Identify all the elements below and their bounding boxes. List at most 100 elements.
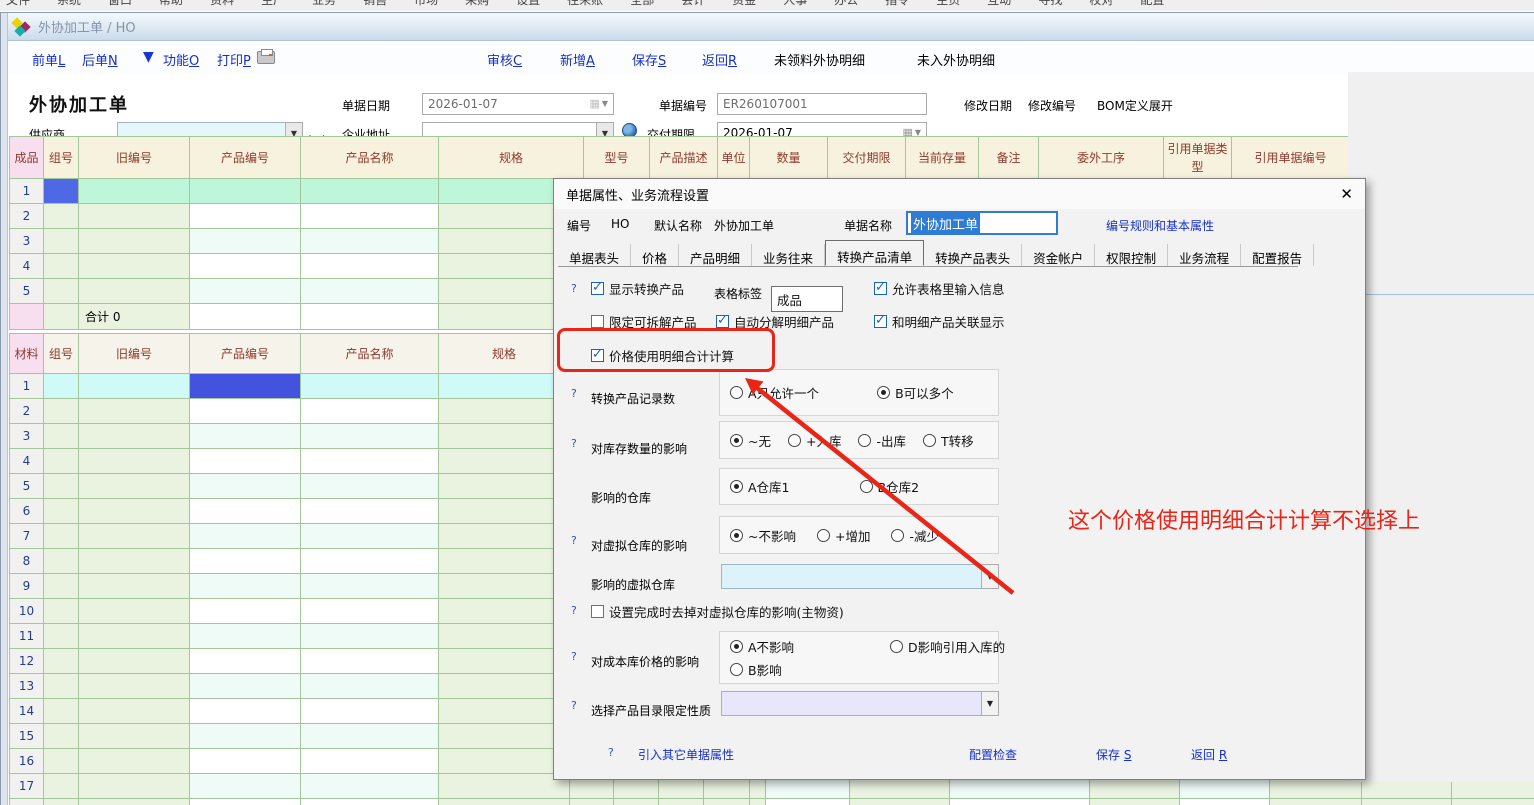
row-number[interactable]: 14 (10, 699, 44, 724)
help-question-icon[interactable]: ? (571, 534, 577, 547)
help-question-icon[interactable]: ? (571, 387, 577, 400)
radio-option[interactable]: ~不影响 (730, 526, 796, 545)
table-cell[interactable] (79, 179, 190, 204)
save-button[interactable]: 保存S (632, 50, 666, 69)
table-cell[interactable] (766, 799, 850, 805)
column-header[interactable]: 单位 (718, 137, 750, 179)
menu-item[interactable]: 资金 (732, 0, 756, 10)
table-cell[interactable] (190, 799, 301, 805)
menu-item[interactable]: 主页 (936, 0, 960, 10)
checkbox-icon[interactable] (716, 315, 729, 328)
table-cell[interactable] (190, 424, 301, 449)
table-cell[interactable] (301, 424, 439, 449)
table-cell[interactable] (44, 649, 79, 674)
row-number[interactable]: 8 (10, 549, 44, 574)
column-header[interactable]: 数量 (750, 137, 828, 179)
table-cell[interactable] (190, 599, 301, 624)
radio-option[interactable]: B影响 (730, 660, 890, 679)
radio-icon[interactable] (730, 480, 743, 493)
dialog-save-button[interactable]: 保存 S (1096, 746, 1131, 763)
table-cell[interactable] (750, 799, 766, 805)
row-number[interactable]: 3 (10, 424, 44, 449)
table-cell[interactable] (79, 599, 190, 624)
table-cell[interactable] (614, 799, 659, 805)
table-cell[interactable] (44, 774, 79, 799)
config-check-link[interactable]: 配置检查 (969, 746, 1017, 763)
table-cell[interactable] (439, 624, 570, 649)
table-cell[interactable] (79, 649, 190, 674)
menu-item[interactable]: 文件 (6, 0, 30, 10)
next-doc-button[interactable]: 后单N (82, 50, 118, 69)
allow-input-checkbox[interactable]: 允许表格里输入信息 (874, 279, 1005, 298)
table-cell[interactable] (190, 674, 301, 699)
table-cell[interactable] (301, 374, 439, 399)
table-cell[interactable] (439, 449, 570, 474)
table-cell[interactable] (301, 449, 439, 474)
table-cell[interactable] (79, 749, 190, 774)
row-number[interactable]: 1 (10, 374, 44, 399)
radio-icon[interactable] (891, 529, 904, 542)
help-question-icon[interactable]: ? (571, 699, 577, 712)
table-cell[interactable] (301, 229, 439, 254)
table-cell[interactable] (439, 424, 570, 449)
column-header[interactable]: 组号 (44, 137, 79, 179)
table-cell[interactable] (79, 229, 190, 254)
virtual-warehouse-field[interactable] (721, 564, 982, 589)
tab-配置报告[interactable]: 配置报告 (1241, 244, 1314, 266)
table-cell[interactable] (301, 624, 439, 649)
radio-option[interactable]: D影响引用入库的 (890, 637, 1005, 656)
row-number[interactable]: 12 (10, 649, 44, 674)
doc-date-field[interactable]: 2026-01-07▦▼ (422, 93, 614, 115)
row-number[interactable]: 10 (10, 599, 44, 624)
table-cell[interactable] (190, 229, 301, 254)
numbering-rule-link[interactable]: 编号规则和基本属性 (1106, 217, 1214, 234)
menu-item[interactable]: 系统 (57, 0, 81, 10)
clear-vw-checkbox[interactable]: 设置完成时去掉对虚拟仓库的影响(主物资) (591, 602, 844, 621)
table-cell[interactable] (439, 599, 570, 624)
table-cell[interactable] (950, 799, 1090, 805)
table-cell[interactable] (79, 449, 190, 474)
virtual-warehouse-combo[interactable]: ▼ (721, 564, 999, 589)
table-cell[interactable] (44, 599, 79, 624)
doc-no-field[interactable]: ER260107001 (717, 93, 927, 115)
table-cell[interactable] (190, 449, 301, 474)
radio-icon[interactable] (730, 386, 743, 399)
tab-产品明细[interactable]: 产品明细 (679, 244, 752, 266)
column-header[interactable]: 引用单据编号 (1232, 137, 1350, 179)
menu-item[interactable]: 指令 (885, 0, 909, 10)
table-cell[interactable] (301, 674, 439, 699)
table-cell[interactable] (44, 449, 79, 474)
column-header[interactable]: 产品名称 (301, 137, 439, 179)
table-cell[interactable] (44, 524, 79, 549)
table-cell[interactable] (1362, 799, 1452, 805)
table-cell[interactable] (301, 399, 439, 424)
catalog-field[interactable] (721, 691, 982, 716)
table-cell[interactable] (439, 799, 570, 805)
menu-item[interactable]: 互动 (987, 0, 1011, 10)
dialog-back-button[interactable]: 返回 R (1191, 746, 1227, 763)
radio-icon[interactable] (858, 434, 871, 447)
table-cell[interactable] (79, 624, 190, 649)
column-header[interactable]: 产品描述 (650, 137, 718, 179)
table-cell[interactable] (79, 524, 190, 549)
row-number[interactable]: 7 (10, 524, 44, 549)
column-header[interactable]: 产品编号 (190, 137, 301, 179)
table-cell[interactable] (301, 649, 439, 674)
table-cell[interactable] (44, 279, 79, 304)
table-cell[interactable] (439, 724, 570, 749)
table-cell[interactable] (439, 374, 570, 399)
radio-option[interactable]: A仓库1 (730, 477, 790, 496)
table-cell[interactable] (190, 624, 301, 649)
catalog-combo[interactable]: ▼ (721, 691, 999, 716)
table-cell[interactable] (79, 799, 190, 805)
row-number[interactable]: 5 (10, 279, 44, 304)
row-number[interactable]: 13 (10, 674, 44, 699)
checkbox-icon[interactable] (874, 282, 887, 295)
menu-item[interactable]: 业务 (312, 0, 336, 10)
close-icon[interactable]: ✕ (1340, 185, 1353, 203)
table-cell[interactable] (439, 574, 570, 599)
limit-split-checkbox[interactable]: 限定可拆解产品 (591, 312, 697, 331)
row-number[interactable]: 4 (10, 449, 44, 474)
row-number[interactable]: 4 (10, 254, 44, 279)
table-cell[interactable] (301, 179, 439, 204)
